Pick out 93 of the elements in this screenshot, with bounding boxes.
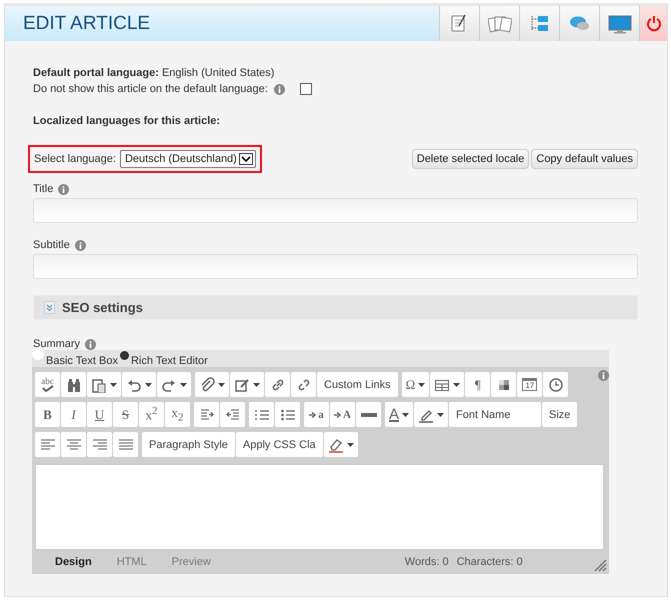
info-icon <box>85 338 96 350</box>
toolbar-button[interactable] <box>113 432 138 457</box>
arrow-icon <box>334 412 342 418</box>
clock-icon <box>548 376 564 392</box>
field-label: Title <box>33 183 54 195</box>
word-count: Words: 0 <box>404 556 449 568</box>
toolbar-button[interactable] <box>491 372 516 397</box>
toolbar-button[interactable] <box>430 372 464 397</box>
toolbar-button[interactable] <box>122 372 156 397</box>
outdent-icon <box>224 406 240 422</box>
info-icon <box>274 84 285 94</box>
toolbar-button[interactable] <box>249 402 274 427</box>
toolbar-button[interactable] <box>157 372 191 397</box>
toolbar-button[interactable]: ¶ <box>465 372 490 397</box>
calendar-icon: 17 <box>522 378 538 391</box>
toolbar-button[interactable]: a <box>304 402 329 427</box>
resize-grip-icon <box>593 558 607 572</box>
info-icon <box>598 370 609 381</box>
radio-option[interactable]: Rich Text Editor <box>120 350 208 367</box>
toolbar-button[interactable]: A <box>385 402 414 427</box>
expand-icon <box>44 301 55 314</box>
view-tab[interactable]: Design <box>51 556 96 568</box>
monitor-icon <box>608 12 632 34</box>
select-label: Select language: <box>34 153 116 165</box>
power-button[interactable] <box>639 6 667 41</box>
toolbar-button[interactable] <box>194 402 219 427</box>
dropdown-arrow-icon <box>238 153 253 165</box>
default-language-text: Default portal language: English (United States) <box>33 66 276 81</box>
character-count: Characters: 0 <box>456 556 523 568</box>
toolbar-button[interactable] <box>61 372 86 397</box>
paperclip-icon <box>199 376 215 392</box>
toolbar-button[interactable]: 17 <box>517 372 542 397</box>
toolbar-button[interactable] <box>356 402 381 427</box>
toolbar-button[interactable] <box>220 402 245 427</box>
info-icon <box>58 184 70 194</box>
toolbar-button[interactable] <box>87 372 121 397</box>
toolbar-button[interactable]: Apply CSS Cla <box>236 432 323 457</box>
toolbar-button[interactable]: A <box>330 402 355 427</box>
text-field[interactable] <box>33 254 638 279</box>
edit-icon <box>234 376 250 392</box>
toolbar-button[interactable]: Paragraph Style <box>142 432 235 457</box>
language-select[interactable]: Deutsch (Deutschland) <box>120 150 256 168</box>
toolbar-button[interactable]: Custom Links <box>317 372 398 397</box>
toolbar-button[interactable] <box>61 432 86 457</box>
text-field[interactable] <box>33 198 638 223</box>
bulleted-list-icon <box>280 406 296 422</box>
binoculars-icon <box>66 376 82 392</box>
toolbar-button[interactable]: x$_{2}$ <box>165 402 190 427</box>
toolbar-button[interactable] <box>265 372 290 397</box>
check-icon <box>42 385 54 392</box>
checkbox-label: Do not show this article on the default language: <box>33 83 268 95</box>
page-title: EDIT ARTICLE <box>22 12 150 36</box>
toolbar-button[interactable]: I <box>61 402 86 427</box>
toolbar-button[interactable]: U <box>87 402 112 427</box>
toolbar-button[interactable] <box>275 402 300 427</box>
indent-icon <box>198 406 214 422</box>
section-title: SEO settings <box>62 300 143 315</box>
toolbar-button[interactable] <box>439 6 479 41</box>
paste-icon <box>91 376 107 392</box>
align-right-icon <box>92 436 108 452</box>
toolbar-button[interactable] <box>291 372 316 397</box>
toolbar-button[interactable]: x$^{2}$ <box>139 402 164 427</box>
align-left-icon <box>40 436 56 452</box>
action-button[interactable]: Delete selected locale <box>412 149 530 169</box>
toolbar-button[interactable] <box>35 432 60 457</box>
checkbox[interactable] <box>300 83 312 95</box>
arrow-icon <box>309 412 316 418</box>
toolbar-button[interactable]: Size <box>542 402 578 427</box>
unlink-icon <box>296 376 312 392</box>
toolbar-button[interactable] <box>230 372 264 397</box>
link-icon <box>270 376 286 392</box>
toolbar-button[interactable] <box>543 372 568 397</box>
info-icon <box>74 240 86 250</box>
align-center-icon <box>66 436 82 452</box>
radio-option[interactable]: Basic Text Box <box>32 350 118 367</box>
collapsible-section-bar[interactable]: SEO settings <box>33 295 638 320</box>
justify-icon <box>118 436 134 452</box>
toolbar-button[interactable]: abc <box>35 372 60 397</box>
section-heading: Localized languages for this article: <box>33 115 222 127</box>
eraser-icon <box>328 436 344 452</box>
field-label: Subtitle <box>33 239 70 251</box>
toolbar-button[interactable] <box>87 432 112 457</box>
toolbar-button[interactable]: B <box>35 402 60 427</box>
field-label: Summary <box>33 338 80 350</box>
toolbar-button[interactable] <box>599 6 639 41</box>
toolbar-button[interactable] <box>195 372 229 397</box>
action-button[interactable]: Copy default values <box>531 149 638 169</box>
toolbar-button[interactable]: Font Name <box>449 402 542 427</box>
toolbar-button[interactable] <box>414 402 448 427</box>
toolbar-button[interactable]: S <box>113 402 138 427</box>
toolbar-button[interactable] <box>324 432 358 457</box>
toolbar-button[interactable]: Ω <box>402 372 430 397</box>
toolbar-button[interactable] <box>479 6 519 41</box>
